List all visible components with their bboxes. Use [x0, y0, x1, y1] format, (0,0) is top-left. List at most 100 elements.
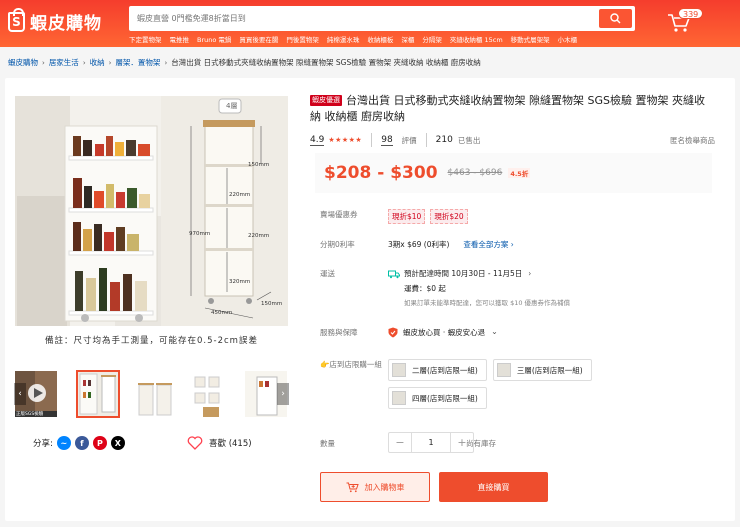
hot-word-link[interactable]: 下定置物架 — [129, 34, 162, 44]
quantity-stepper: − 1 + — [388, 432, 474, 453]
installment-label: 分期0利率 — [320, 240, 355, 249]
share-label: 分享: — [33, 439, 53, 449]
x-twitter-icon[interactable]: X — [110, 436, 125, 450]
thumbs-up-icon: 👉 — [320, 360, 330, 369]
variant-option-3-layer[interactable]: 三層(店到店限一組) — [492, 359, 592, 381]
rating-stars-icon: ★★★★★ — [328, 136, 363, 144]
rating-row: 4.9 ★★★★★ 98 評價 210 已售出 匿名檢舉商品 — [310, 133, 715, 147]
hot-word-link[interactable]: 深櫃 — [401, 34, 414, 44]
thumbnail-3[interactable] — [132, 370, 176, 418]
top-header: S 蝦皮購物 339 下定置物架電推推 Bruno 電鍋買買後要在腸門後置物架純棉… — [0, 0, 740, 47]
preferred-tag: 蝦皮優選 — [310, 95, 342, 106]
service-label: 服務與保障 — [320, 328, 358, 337]
logo-text: 蝦皮購物 — [30, 14, 102, 34]
search-input[interactable] — [129, 6, 599, 31]
layer-badge: 4層 — [226, 102, 238, 110]
search-bar — [129, 6, 635, 31]
breadcrumb-current: 台灣出貨 日式移動式夾縫收納置物架 隙縫置物架 SGS檢驗 置物架 夾縫收納 收… — [171, 58, 481, 67]
dim-label-4: 320mm — [229, 279, 251, 285]
cart-add-icon — [346, 482, 359, 492]
thumbnail-next-arrow[interactable]: › — [277, 383, 289, 405]
messenger-icon[interactable]: ~ — [56, 436, 71, 450]
thumbnail-2[interactable] — [76, 370, 120, 418]
hot-word-link[interactable]: 門後置物架 — [286, 34, 319, 44]
shipping-note: 如果訂單未能準時配達，您可以獲取 $10 優惠券作為補償 — [404, 299, 571, 307]
buy-now-label: 直接購買 — [477, 482, 510, 492]
installment-link[interactable]: 查看全部方案 › — [463, 239, 513, 250]
shield-icon — [388, 327, 398, 338]
hot-search-words: 下定置物架 電推推 Bruno 電鍋 買買後要在腸 門後置物架 純棉運水珠 收納櫃板 深櫃 分隔… — [129, 34, 577, 44]
logo-letter: S — [12, 14, 21, 29]
rating-value[interactable]: 4.9 — [310, 135, 325, 146]
quantity-minus-button[interactable]: − — [389, 433, 411, 452]
facebook-icon[interactable]: f — [74, 436, 89, 450]
truck-icon — [388, 270, 400, 278]
coupon-row: 賣場優惠券 現折$10 現折$20 — [320, 209, 473, 224]
delivery-eta: 預計配達時間 10月30日 - 11月5日 — [404, 269, 523, 278]
reviews-count[interactable]: 98 — [381, 135, 393, 146]
hot-word-link[interactable]: 電推推 — [170, 34, 190, 44]
hot-word-link[interactable]: 夾縫收納櫃 15cm — [450, 34, 503, 44]
search-button[interactable] — [599, 9, 632, 28]
cart-count-badge: 339 — [678, 8, 704, 19]
breadcrumb-item[interactable]: 蝦皮購物 — [8, 57, 38, 68]
pinterest-icon[interactable]: P — [92, 436, 107, 450]
service-row: 服務與保障 蝦皮放心買 · 蝦皮安心退 ⌄ — [320, 327, 498, 339]
buy-now-button[interactable]: 直接購買 — [439, 472, 548, 502]
breadcrumb-item[interactable]: 居家生活 — [49, 57, 79, 68]
dim-label-5: 970mm — [189, 231, 211, 237]
dim-label-6: 450mm — [211, 310, 233, 316]
dim-label-1: 150mm — [248, 162, 270, 168]
product-photo — [15, 96, 161, 326]
thumbnail-badge: 正版SGS檢驗 — [16, 412, 44, 417]
product-card: 4層 150mm 220mm 220mm 320mm 970mm 450mm 1… — [5, 78, 735, 521]
quantity-row: 數量 — [320, 438, 388, 450]
service-value[interactable]: 蝦皮放心買 · 蝦皮安心退 — [403, 327, 485, 339]
like-button[interactable]: 喜歡 (415) — [187, 436, 252, 450]
variant-option-2-layer[interactable]: 二層(店到店限一組) — [388, 359, 487, 381]
dim-label-2: 220mm — [229, 192, 251, 198]
coupon-chip[interactable]: 現折$10 — [388, 209, 426, 224]
price: $208 - $300 — [324, 163, 438, 183]
reviews-label: 評價 — [401, 135, 417, 145]
thumbnail-strip: 正版SGS檢驗 ‹ › — [14, 370, 289, 420]
image-caption: 備註：尺寸均為手工測量，可能存在0.5-2cm誤差 — [45, 336, 258, 346]
add-to-cart-button[interactable]: 加入購物車 — [320, 472, 430, 502]
hot-word-link[interactable]: 收納櫃板 — [367, 34, 393, 44]
report-link[interactable]: 匿名檢舉商品 — [670, 135, 715, 146]
quantity-input[interactable]: 1 — [411, 433, 451, 452]
discount-badge: 4.5折 — [508, 168, 531, 178]
add-to-cart-label: 加入購物車 — [364, 482, 405, 492]
variant-option-4-layer[interactable]: 四層(店到店限一組) — [388, 387, 487, 409]
shipping-fee: 運費：$0 起 — [404, 284, 446, 293]
share-row: 分享: ~ f P X — [33, 436, 125, 450]
thumbnail-4[interactable] — [188, 370, 232, 418]
sold-label: 已售出 — [457, 135, 481, 145]
coupon-chip[interactable]: 現折$20 — [430, 209, 468, 224]
breadcrumb-item[interactable]: 層架．置物架 — [115, 57, 160, 68]
heart-icon — [187, 436, 203, 450]
dimension-diagram — [161, 96, 288, 326]
hot-word-link[interactable]: 移動式層架架 — [511, 34, 550, 44]
breadcrumb-item[interactable]: 收納 — [90, 57, 105, 68]
hot-word-link[interactable]: 買買後要在腸 — [239, 34, 278, 44]
breadcrumb: 蝦皮購物 › 居家生活 › 收納 › 層架．置物架 › 台灣出貨 日式移動式夾縫收納置物架 隙縫… — [8, 57, 481, 68]
hot-word-link[interactable]: Bruno 電鍋 — [197, 34, 231, 44]
shopee-logo[interactable]: S 蝦皮購物 — [8, 7, 102, 34]
coupon-label: 賣場優惠券 — [320, 210, 358, 219]
quantity-label: 數量 — [320, 439, 335, 448]
shipping-row: 運送 預計配達時間 10月30日 - 11月5日 › 運費：$0 起 如果訂單未… — [320, 268, 570, 307]
variation-row: 👉店到店限購一組 二層(店到店限一組) 三層(店到店限一組) 四層(店到店限一組… — [320, 359, 603, 409]
chevron-down-icon[interactable]: ⌄ — [491, 327, 498, 336]
shopee-bag-icon: S — [8, 7, 25, 32]
chevron-right-icon[interactable]: › — [528, 268, 531, 280]
original-price: $463 - $696 — [447, 168, 503, 178]
dim-label-3: 220mm — [248, 233, 270, 239]
sold-count: 210 — [435, 135, 453, 145]
thumbnail-prev-arrow[interactable]: ‹ — [14, 383, 26, 405]
main-product-image[interactable]: 4層 150mm 220mm 220mm 320mm 970mm 450mm 1… — [15, 96, 288, 326]
hot-word-link[interactable]: 純棉運水珠 — [327, 34, 360, 44]
price-box: $208 - $300 $463 - $696 4.5折 — [315, 153, 712, 193]
hot-word-link[interactable]: 分隔架 — [422, 34, 442, 44]
hot-word-link[interactable]: 小木櫃 — [558, 34, 578, 44]
